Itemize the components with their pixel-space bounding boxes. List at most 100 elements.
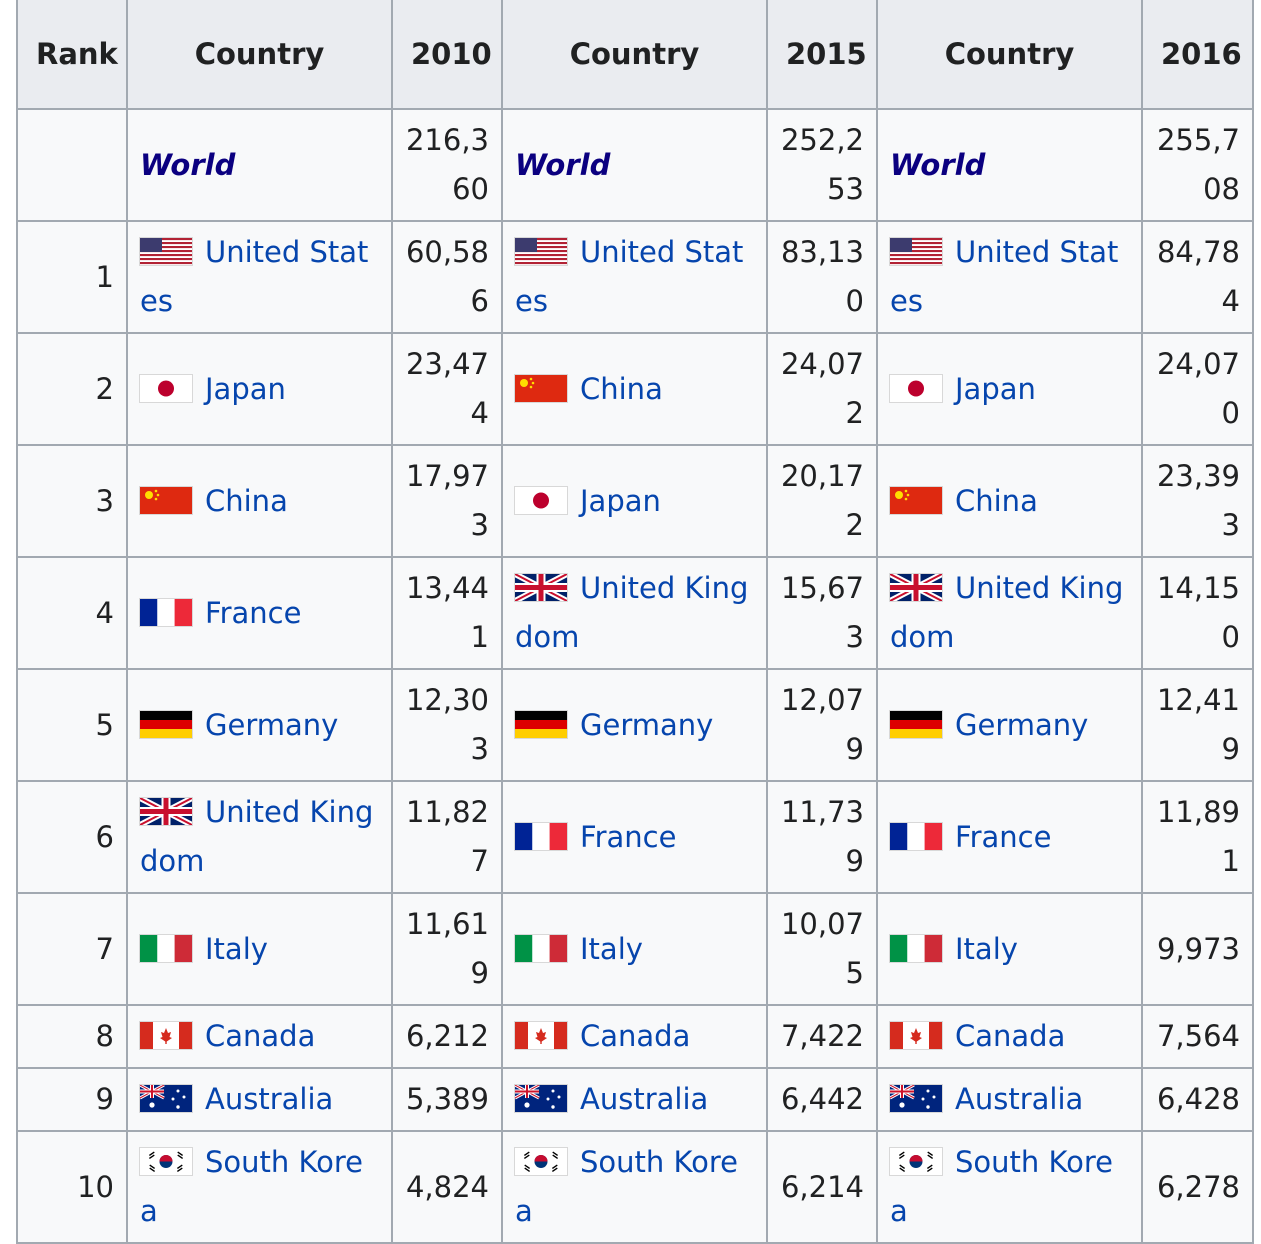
it-flag-icon: [140, 934, 192, 962]
rank-cell: 2: [16, 332, 128, 446]
country-cell: World: [501, 108, 768, 222]
value-cell: 9,973: [1141, 892, 1254, 1006]
world-link[interactable]: World: [890, 148, 985, 182]
value-cell: 15,673: [766, 556, 878, 670]
world-link[interactable]: World: [140, 148, 235, 182]
value-cell: 6,278: [1141, 1130, 1254, 1244]
country-link[interactable]: Japan: [205, 372, 286, 406]
year-header-2016[interactable]: 2016: [1141, 0, 1254, 110]
country-header-2010[interactable]: Country: [126, 0, 393, 110]
country-header-2015[interactable]: Country: [501, 0, 768, 110]
country-cell: Japan: [876, 332, 1143, 446]
value-cell: 6,442: [766, 1067, 878, 1132]
value-cell: 12,419: [1141, 668, 1254, 782]
year-header-2015[interactable]: 2015: [766, 0, 878, 110]
country-link[interactable]: Italy: [955, 932, 1018, 966]
value-cell: 5,389: [391, 1067, 503, 1132]
country-cell: China: [876, 444, 1143, 558]
country-cell: China: [126, 444, 393, 558]
value-cell: 11,739: [766, 780, 878, 894]
value-cell: 11,827: [391, 780, 503, 894]
country-link[interactable]: Germany: [580, 708, 713, 742]
jp-flag-icon: [140, 374, 192, 402]
table-row: 4 France 13,441 United Kingdom 15,673 United …: [16, 556, 1254, 670]
country-link[interactable]: Germany: [205, 708, 338, 742]
country-link[interactable]: Japan: [955, 372, 1036, 406]
value-cell: 12,079: [766, 668, 878, 782]
it-flag-icon: [890, 934, 942, 962]
country-cell: United Kingdom: [876, 556, 1143, 670]
value-cell: 13,441: [391, 556, 503, 670]
country-link[interactable]: Australia: [580, 1082, 708, 1116]
jp-flag-icon: [515, 486, 567, 514]
table-row: 7 Italy 11,619 Italy 10,075 Italy 9,973: [16, 892, 1254, 1006]
country-link[interactable]: China: [205, 484, 288, 518]
value-cell: 7,422: [766, 1004, 878, 1069]
rank-cell: [16, 108, 128, 222]
year-header-2010[interactable]: 2010: [391, 0, 503, 110]
country-cell: South Korea: [876, 1130, 1143, 1244]
country-link[interactable]: Canada: [205, 1019, 315, 1053]
country-cell: France: [876, 780, 1143, 894]
value-cell: 216,360: [391, 108, 503, 222]
country-cell: Canada: [501, 1004, 768, 1069]
country-cell: Germany: [501, 668, 768, 782]
country-link[interactable]: China: [955, 484, 1038, 518]
country-cell: United States: [876, 220, 1143, 334]
value-cell: 60,586: [391, 220, 503, 334]
country-cell: South Korea: [501, 1130, 768, 1244]
cn-flag-icon: [140, 486, 192, 514]
kr-flag-icon: [890, 1148, 942, 1175]
value-cell: 11,619: [391, 892, 503, 1006]
country-link[interactable]: France: [955, 820, 1051, 854]
table-row: World 216,360 World 252,253 World 255,708: [16, 108, 1254, 222]
fr-flag-icon: [515, 822, 567, 850]
it-flag-icon: [515, 934, 567, 962]
au-flag-icon: [890, 1085, 942, 1112]
country-link[interactable]: Canada: [580, 1019, 690, 1053]
value-cell: 24,070: [1141, 332, 1254, 446]
world-link[interactable]: World: [515, 148, 610, 182]
country-link[interactable]: Germany: [955, 708, 1088, 742]
country-link[interactable]: Italy: [580, 932, 643, 966]
value-cell: 23,393: [1141, 444, 1254, 558]
au-flag-icon: [515, 1085, 567, 1112]
value-cell: 6,212: [391, 1004, 503, 1069]
cn-flag-icon: [515, 374, 567, 402]
ranking-table: Rank Country 2010 Country 2015 Country 2…: [16, 0, 1254, 1244]
value-cell: 6,428: [1141, 1067, 1254, 1132]
value-cell: 11,891: [1141, 780, 1254, 894]
country-cell: United Kingdom: [501, 556, 768, 670]
value-cell: 6,214: [766, 1130, 878, 1244]
country-link[interactable]: China: [580, 372, 663, 406]
jp-flag-icon: [890, 374, 942, 402]
country-cell: United Kingdom: [126, 780, 393, 894]
table-row: 10 South Korea 4,824 South Korea 6,214 South …: [16, 1130, 1254, 1244]
uk-flag-icon: [890, 574, 942, 601]
country-link[interactable]: Japan: [580, 484, 661, 518]
value-cell: 4,824: [391, 1130, 503, 1244]
country-cell: Japan: [501, 444, 768, 558]
rank-cell: 6: [16, 780, 128, 894]
value-cell: 17,973: [391, 444, 503, 558]
rank-cell: 3: [16, 444, 128, 558]
country-cell: Germany: [876, 668, 1143, 782]
country-link[interactable]: France: [205, 596, 301, 630]
country-link[interactable]: Canada: [955, 1019, 1065, 1053]
country-cell: South Korea: [126, 1130, 393, 1244]
country-link[interactable]: Australia: [955, 1082, 1083, 1116]
country-cell: Japan: [126, 332, 393, 446]
country-link[interactable]: Italy: [205, 932, 268, 966]
value-cell: 7,564: [1141, 1004, 1254, 1069]
country-link[interactable]: France: [580, 820, 676, 854]
rank-header[interactable]: Rank: [16, 0, 128, 110]
country-cell: World: [876, 108, 1143, 222]
table-row: 3 China 17,973 Japan 20,172 China 23,393: [16, 444, 1254, 558]
fr-flag-icon: [890, 822, 942, 850]
country-link[interactable]: Australia: [205, 1082, 333, 1116]
value-cell: 252,253: [766, 108, 878, 222]
de-flag-icon: [140, 710, 192, 738]
us-flag-icon: [890, 238, 942, 265]
kr-flag-icon: [515, 1148, 567, 1175]
country-header-2016[interactable]: Country: [876, 0, 1143, 110]
